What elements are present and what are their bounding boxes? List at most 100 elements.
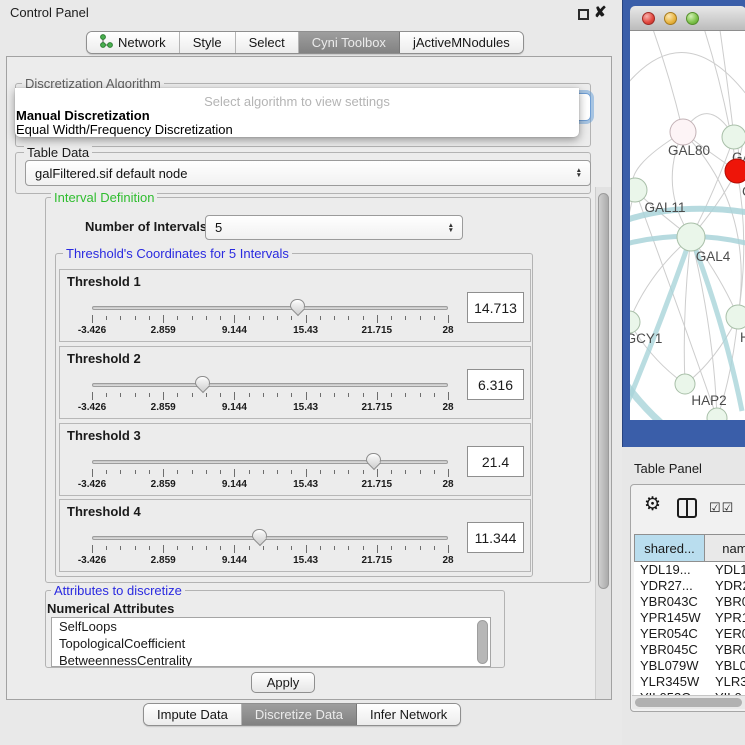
network-window-titlebar[interactable]: [630, 6, 745, 31]
threshold-slider-track[interactable]: [92, 306, 448, 310]
table-row[interactable]: YBL079WYBL0: [634, 658, 745, 674]
combobox-stepper-icon: ▲▼: [576, 168, 582, 178]
network-edge[interactable]: [650, 31, 683, 132]
threshold-slider-thumb[interactable]: [366, 453, 381, 464]
table-row[interactable]: YLR345WYLR3: [634, 674, 745, 690]
tab-style[interactable]: Style: [180, 32, 236, 53]
table-row[interactable]: YPR145WYPR1: [634, 610, 745, 626]
network-node[interactable]: [675, 374, 695, 394]
network-edge[interactable]: [718, 31, 734, 137]
network-canvas[interactable]: GAL80GACGAL11GAL4GCY1HHAP2: [630, 31, 745, 420]
popup-item-equal-width-frequency[interactable]: Equal Width/Frequency Discretization: [16, 122, 233, 137]
table-cell: YBR0: [705, 594, 745, 610]
slider-tick: [234, 315, 235, 323]
number-of-intervals-combobox[interactable]: 5 ▲▼: [205, 215, 463, 240]
zoom-traffic-light-icon[interactable]: [686, 12, 699, 25]
threshold-value-field[interactable]: 21.4: [467, 446, 524, 477]
slider-tick: [291, 470, 292, 474]
table-row[interactable]: YDR27...YDR2: [634, 578, 745, 594]
columns-icon[interactable]: [677, 498, 697, 518]
close-icon[interactable]: ✘: [594, 3, 607, 21]
network-node[interactable]: [630, 311, 640, 333]
table-row[interactable]: YBR043CYBR0: [634, 594, 745, 610]
threshold-value-field[interactable]: 6.316: [467, 369, 524, 400]
threshold-slider-thumb[interactable]: [290, 299, 305, 310]
network-node[interactable]: [722, 125, 745, 149]
slider-tick: [405, 393, 406, 397]
table-data-combobox[interactable]: galFiltered.sif default node ▲▼: [25, 160, 591, 186]
apply-button[interactable]: Apply: [251, 672, 315, 693]
network-edge[interactable]: [630, 237, 691, 322]
table-hscrollbar-thumb[interactable]: [635, 698, 742, 707]
list-scrollbar[interactable]: [477, 620, 488, 664]
threshold-slider-track[interactable]: [92, 460, 448, 464]
table-hscrollbar-track[interactable]: [632, 695, 745, 709]
slider-tick: [291, 316, 292, 320]
slider-scale: -3.4262.8599.14415.4321.71528: [92, 545, 448, 569]
threshold-slider-thumb[interactable]: [252, 529, 267, 540]
tab-label: Cyni Toolbox: [312, 35, 386, 50]
table-row[interactable]: YDL19...YDL1: [634, 562, 745, 578]
gear-icon[interactable]: ⚙: [644, 493, 661, 516]
attribute-item[interactable]: SelfLoops: [52, 618, 490, 635]
slider-tick: [234, 392, 235, 400]
threshold-value-field[interactable]: 14.713: [467, 292, 524, 323]
table-cell: YLR3: [705, 674, 745, 690]
tab-impute-data[interactable]: Impute Data: [144, 704, 242, 725]
float-window-icon[interactable]: [578, 9, 589, 20]
minimize-traffic-light-icon[interactable]: [664, 12, 677, 25]
network-edge[interactable]: [630, 53, 745, 106]
slider-tick: [149, 546, 150, 550]
table-cell: YPR145W: [634, 610, 705, 626]
slider-tick: [448, 315, 449, 323]
slider-tick: [377, 545, 378, 553]
slider-tick: [391, 470, 392, 474]
threshold-value-field[interactable]: 11.344: [467, 522, 524, 553]
popup-item-manual-discretization[interactable]: Manual Discretization: [16, 108, 150, 123]
network-node[interactable]: [707, 408, 727, 420]
tab-cyni-toolbox[interactable]: Cyni Toolbox: [299, 32, 400, 53]
threshold-2-row: Threshold 2 -3.4262.8599.14415.4321.7152…: [59, 346, 531, 419]
close-traffic-light-icon[interactable]: [642, 12, 655, 25]
slider-tick-label: 21.715: [362, 402, 393, 413]
network-tab-icon: [100, 34, 113, 51]
slider-tick: [192, 316, 193, 320]
slider-tick: [220, 546, 221, 550]
node-label: HAP2: [691, 393, 726, 408]
algorithm-placeholder[interactable]: Select algorithm to view settings: [15, 94, 579, 109]
slider-tick: [377, 392, 378, 400]
network-node[interactable]: [670, 119, 696, 145]
tab-infer-network[interactable]: Infer Network: [357, 704, 460, 725]
column-header-shared[interactable]: shared...: [634, 534, 705, 562]
slider-tick: [434, 546, 435, 550]
checkbox-pair-icon[interactable]: ☑☑: [709, 500, 734, 516]
threshold-slider-track[interactable]: [92, 536, 448, 540]
numerical-attributes-label: Numerical Attributes: [47, 601, 174, 616]
table-row[interactable]: YBR045CYBR0: [634, 642, 745, 658]
slider-tick: [220, 470, 221, 474]
panel-scrollbar-thumb[interactable]: [598, 193, 609, 589]
network-node[interactable]: [677, 223, 705, 251]
slider-tick: [363, 316, 364, 320]
table-row[interactable]: YER054CYER0: [634, 626, 745, 642]
slider-tick: [434, 393, 435, 397]
column-header-name[interactable]: name: [705, 534, 745, 562]
tab-select[interactable]: Select: [236, 32, 299, 53]
slider-tick: [163, 315, 164, 323]
tab-network[interactable]: Network: [87, 32, 180, 53]
tab-jactivemnodules[interactable]: jActiveMNodules: [400, 32, 523, 53]
table-cell: YER0: [705, 626, 745, 642]
tab-discretize-data[interactable]: Discretize Data: [242, 704, 357, 725]
node-label: GCY1: [630, 331, 662, 346]
network-node[interactable]: [725, 159, 745, 183]
slider-tick: [135, 316, 136, 320]
attribute-item[interactable]: TopologicalCoefficient: [52, 635, 490, 652]
threshold-slider-track[interactable]: [92, 383, 448, 387]
table-cell: YDR2: [705, 578, 745, 594]
network-edge[interactable]: [630, 190, 635, 322]
threshold-slider-thumb[interactable]: [195, 376, 210, 387]
panel-scrollbar-track[interactable]: [595, 187, 611, 699]
network-node[interactable]: [726, 305, 745, 329]
network-edge[interactable]: [691, 237, 717, 418]
attribute-item[interactable]: BetweennessCentrality: [52, 652, 490, 667]
